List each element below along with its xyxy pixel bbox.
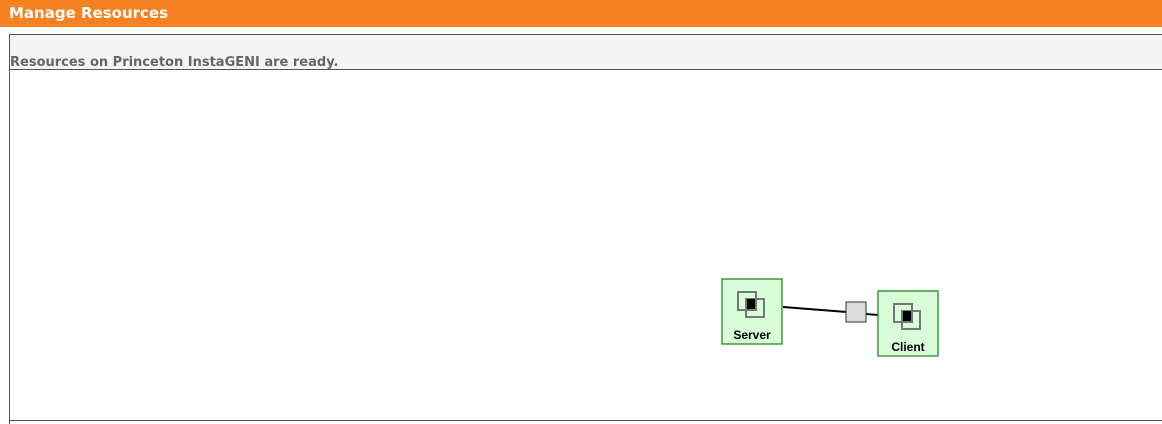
topology-svg: Server Client (721, 278, 939, 357)
link-line-server[interactable] (782, 306, 848, 313)
panel-bottom-border (10, 420, 1162, 421)
status-bar: Resources on Princeton InstaGENI are rea… (10, 35, 1162, 70)
link-line-client[interactable] (865, 313, 879, 316)
node-client[interactable]: Client (877, 290, 939, 357)
node-client-label: Client (891, 340, 924, 354)
status-message: Resources on Princeton InstaGENI are rea… (10, 55, 339, 70)
page-title: Manage Resources (9, 4, 169, 22)
node-server[interactable]: Server (721, 278, 783, 345)
node-server-label: Server (733, 328, 771, 342)
resources-panel: Resources on Princeton InstaGENI are rea… (9, 34, 1162, 424)
topology-canvas[interactable]: Server Client (10, 70, 1162, 421)
header-bar: Manage Resources (0, 0, 1162, 27)
lan-link-square[interactable] (845, 301, 867, 323)
